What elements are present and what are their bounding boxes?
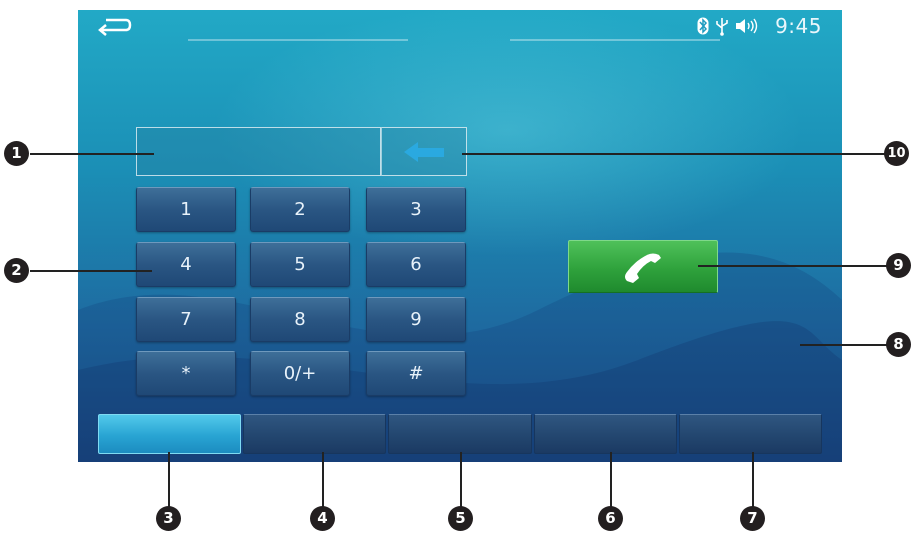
top-divider-right (510, 39, 720, 41)
callout-10: 10 (884, 141, 909, 166)
tab-4[interactable] (533, 414, 677, 454)
key-5[interactable]: 5 (250, 242, 350, 287)
key-2[interactable]: 2 (250, 187, 350, 232)
key-hash[interactable]: # (366, 351, 466, 396)
callout-3: 3 (156, 506, 181, 531)
key-1[interactable]: 1 (136, 187, 236, 232)
key-star[interactable]: * (136, 351, 236, 396)
volume-icon (736, 18, 758, 34)
clock: 9:45 (775, 14, 822, 38)
callout-2: 2 (4, 258, 29, 283)
callout-1: 1 (4, 141, 29, 166)
callout-9: 9 (886, 253, 911, 278)
tab-3[interactable] (388, 414, 532, 454)
callout-8: 8 (886, 332, 911, 357)
screen: 9:45 1 2 3 4 5 6 7 8 9 * 0/+ # (78, 10, 842, 462)
back-button[interactable] (96, 16, 132, 38)
tab-2[interactable] (243, 414, 387, 454)
key-0-plus[interactable]: 0/+ (250, 351, 350, 396)
callout-line-8 (800, 344, 888, 346)
bluetooth-icon (697, 17, 709, 35)
callout-5: 5 (448, 506, 473, 531)
key-8[interactable]: 8 (250, 297, 350, 342)
key-4[interactable]: 4 (136, 242, 236, 287)
backspace-button[interactable] (381, 127, 467, 176)
bottom-tab-bar (98, 414, 823, 454)
key-7[interactable]: 7 (136, 297, 236, 342)
callout-line-10 (462, 153, 890, 155)
tab-1[interactable] (98, 414, 242, 454)
callout-line-1 (30, 153, 154, 155)
top-divider-left (188, 39, 408, 41)
call-button[interactable] (568, 240, 718, 293)
key-9[interactable]: 9 (366, 297, 466, 342)
callout-6: 6 (598, 506, 623, 531)
callout-4: 4 (310, 506, 335, 531)
callout-7: 7 (740, 506, 765, 531)
number-input[interactable] (136, 127, 381, 176)
key-6[interactable]: 6 (366, 242, 466, 287)
tab-5[interactable] (678, 414, 823, 454)
usb-icon (716, 18, 728, 36)
callout-line-9 (698, 265, 888, 267)
phone-handset-icon (625, 253, 661, 283)
key-3[interactable]: 3 (366, 187, 466, 232)
back-arrow-icon (98, 18, 132, 36)
callout-line-2 (30, 270, 152, 272)
status-bar: 9:45 (697, 14, 822, 38)
backspace-arrow-icon (404, 142, 444, 162)
